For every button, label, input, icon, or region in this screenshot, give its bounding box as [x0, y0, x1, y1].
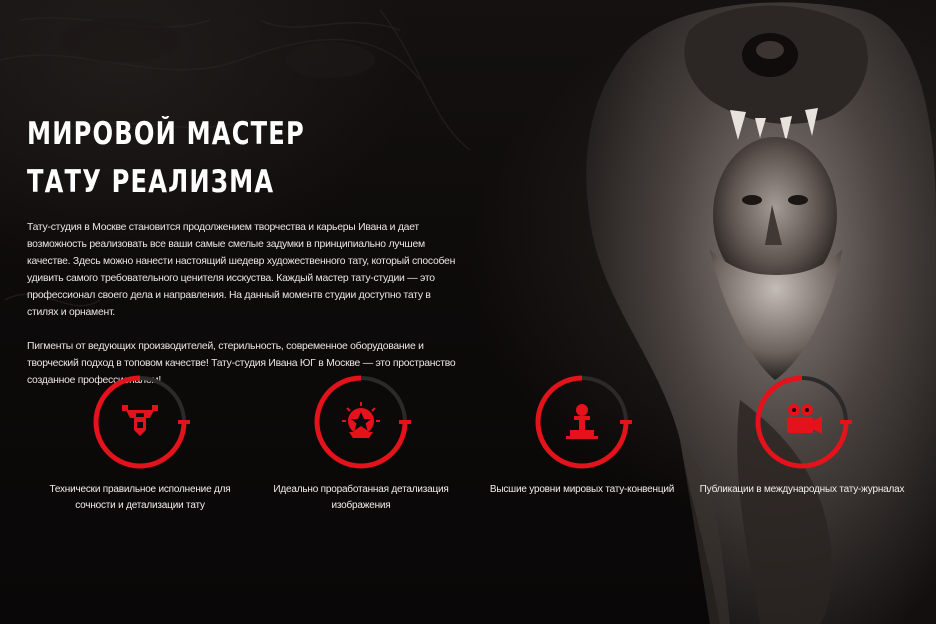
tattoo-master-section: МИРОВОЙ МАСТЕР ТАТУ РЕАЛИЗМА Тату-студия… [0, 0, 936, 624]
feature-caption: Публикации в международных тату-журналах [699, 484, 905, 495]
feature-item: Технически правильное исполнение для соч… [30, 372, 250, 514]
progress-ring [755, 375, 852, 469]
award-podium-icon [566, 404, 598, 439]
intro-text: Тату-студия в Москве становится продолже… [27, 219, 457, 389]
feature-caption: Технически правильное исполнение для соч… [49, 484, 231, 511]
progress-ring [314, 375, 411, 469]
feature-item: Высшие уровни мировых тату-конвенций [472, 372, 692, 498]
feature-caption: Идеально проработанная детализация изобр… [273, 484, 449, 511]
title-line-1: МИРОВОЙ МАСТЕР [27, 116, 305, 152]
feature-item: Идеально проработанная детализация изобр… [251, 372, 471, 514]
star-medal-icon [342, 402, 380, 438]
robot-crest-icon [122, 405, 158, 436]
features-row: Технически правильное исполнение для соч… [30, 372, 910, 532]
intro-paragraph-1: Тату-студия в Москве становится продолже… [27, 222, 456, 318]
feature-caption: Высшие уровни мировых тату-конвенций [489, 484, 675, 495]
progress-ring [535, 375, 632, 469]
movie-camera-icon [787, 404, 822, 434]
progress-ring [93, 375, 190, 469]
feature-item: Публикации в международных тату-журналах [692, 372, 912, 498]
page-title: МИРОВОЙ МАСТЕР ТАТУ РЕАЛИЗМА [27, 110, 305, 206]
title-line-2: ТАТУ РЕАЛИЗМА [27, 164, 275, 200]
